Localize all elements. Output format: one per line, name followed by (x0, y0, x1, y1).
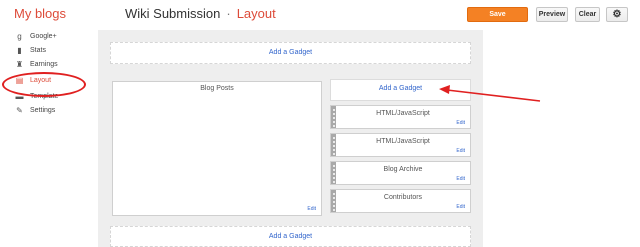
wrench-icon: ✎ (16, 106, 23, 115)
breadcrumb: Wiki Submission · Layout (125, 6, 276, 21)
blog-posts-edit-link[interactable]: Edit (307, 206, 316, 212)
annotation-circle (2, 72, 86, 97)
stats-icon: ▮ (17, 46, 22, 55)
widget-contributors[interactable]: Contributors Edit (330, 189, 471, 213)
widget-title: Blog Archive (383, 166, 423, 173)
sidebar-item-label: Settings (30, 107, 56, 114)
blog-posts-title: Blog Posts (200, 85, 234, 92)
widget-html-javascript-2[interactable]: HTML/JavaScript Edit (330, 133, 471, 157)
breadcrumb-separator: · (226, 6, 231, 21)
widget-title: Contributors (383, 194, 423, 201)
blogger-layout-page: My blogs Wiki Submission · Layout Save arr… (0, 0, 640, 247)
widget-edit-link[interactable]: Edit (456, 176, 465, 182)
blog-title[interactable]: Wiki Submission (125, 6, 220, 21)
page-title: Layout (236, 6, 276, 21)
save-arrangement-button[interactable]: Save arrangement (467, 7, 528, 31)
blog-posts-gadget[interactable]: Blog Posts Edit (112, 81, 322, 216)
settings-button[interactable]: ⚙ (606, 7, 628, 22)
widget-title: HTML/JavaScript (376, 138, 430, 145)
sidebar-item-settings[interactable]: ✎ Settings (0, 104, 95, 118)
layout-canvas: Add a Gadget Blog Posts Edit Add a Gadge… (98, 30, 483, 247)
widget-title: HTML/JavaScript (376, 110, 430, 117)
google-plus-icon: g (17, 32, 22, 41)
preview-button[interactable]: Preview (536, 7, 568, 22)
widget-blog-archive[interactable]: Blog Archive Edit (330, 161, 471, 185)
gear-icon: ⚙ (612, 9, 622, 20)
widget-html-javascript-1[interactable]: HTML/JavaScript Edit (330, 105, 471, 129)
widget-edit-link[interactable]: Edit (456, 148, 465, 154)
add-gadget-bottom[interactable]: Add a Gadget (110, 226, 471, 247)
add-gadget-sidebar[interactable]: Add a Gadget (330, 79, 471, 101)
sidebar-item-label: Google+ (30, 33, 57, 40)
sidebar-item-label: Stats (30, 47, 46, 54)
widget-edit-link[interactable]: Edit (456, 204, 465, 210)
sidebar-item-earnings[interactable]: ♜ Earnings (0, 58, 95, 72)
my-blogs-link[interactable]: My blogs (14, 6, 66, 21)
trophy-icon: ♜ (15, 60, 24, 69)
sidebar-item-label: Earnings (30, 61, 58, 68)
add-gadget-top[interactable]: Add a Gadget (110, 42, 471, 64)
sidebar-item-google-plus[interactable]: g Google+ (0, 30, 95, 44)
widget-edit-link[interactable]: Edit (456, 120, 465, 126)
sidebar-item-stats[interactable]: ▮ Stats (0, 44, 95, 58)
clear-button[interactable]: Clear (575, 7, 600, 22)
